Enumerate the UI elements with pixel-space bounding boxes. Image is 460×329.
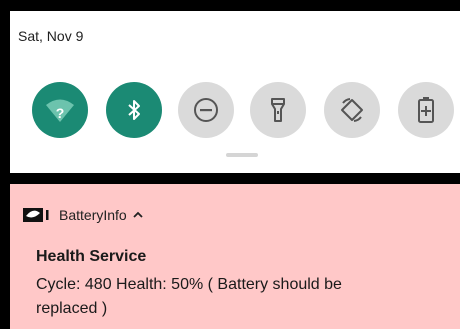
notification-app-name: BatteryInfo xyxy=(59,207,127,223)
flashlight-tile[interactable] xyxy=(250,82,306,138)
notification-text-line-2: replaced ) xyxy=(36,300,108,317)
notification-text: Cycle: 480 Health: 50% ( Battery should … xyxy=(36,273,436,321)
bluetooth-tile[interactable] xyxy=(106,82,162,138)
wifi-question-icon: ? xyxy=(46,99,74,122)
flashlight-icon xyxy=(271,98,285,122)
battery-saver-tile[interactable] xyxy=(398,82,454,138)
rotate-icon xyxy=(341,98,363,122)
notification-title: Health Service xyxy=(36,248,147,265)
date-label: Sat, Nov 9 xyxy=(18,28,84,44)
notification-header: BatteryInfo xyxy=(23,204,143,226)
quick-settings-panel: Sat, Nov 9 ? xyxy=(10,11,460,173)
minus-circle-icon xyxy=(194,98,218,122)
bluetooth-icon xyxy=(128,100,140,120)
battery-plus-icon xyxy=(418,97,434,123)
battery-app-icon xyxy=(23,208,51,222)
wifi-tile[interactable]: ? xyxy=(32,82,88,138)
battery-notification[interactable]: BatteryInfo Health Service Cycle: 480 He… xyxy=(10,184,460,329)
drag-handle[interactable] xyxy=(226,153,258,157)
chevron-up-icon[interactable] xyxy=(133,211,143,219)
svg-text:?: ? xyxy=(56,105,65,121)
do-not-disturb-tile[interactable] xyxy=(178,82,234,138)
auto-rotate-tile[interactable] xyxy=(324,82,380,138)
notification-text-line-1: Cycle: 480 Health: 50% ( Battery should … xyxy=(36,276,342,293)
